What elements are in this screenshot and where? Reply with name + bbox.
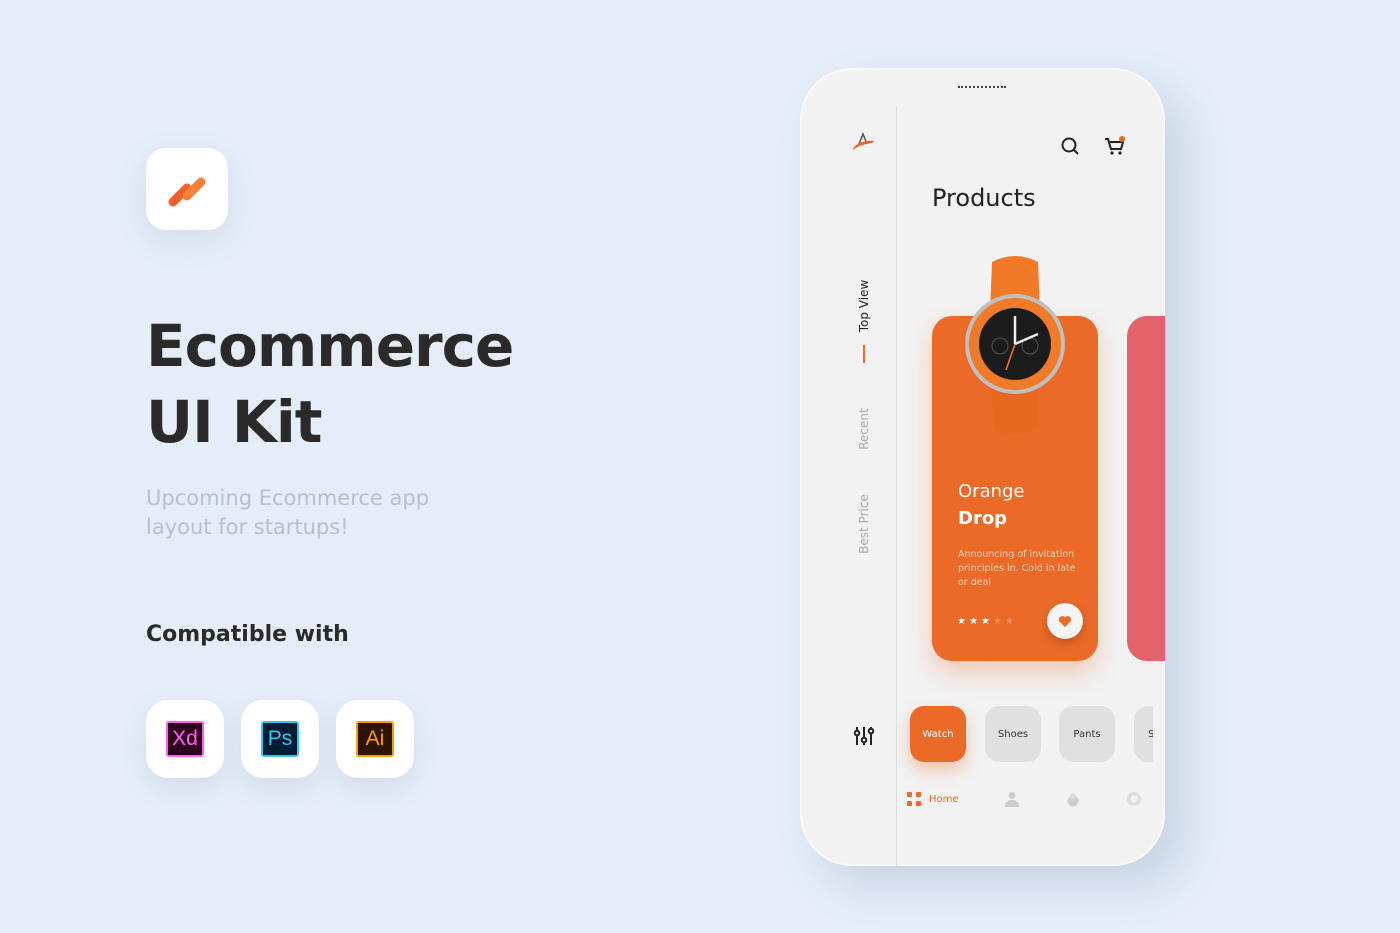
heart-icon — [1058, 615, 1072, 627]
watch-image — [965, 256, 1065, 434]
nav-home-label: Home — [929, 793, 959, 805]
speaker-notch — [958, 86, 1006, 88]
filter-icon[interactable] — [852, 724, 876, 748]
next-product-card[interactable] — [1127, 316, 1165, 661]
xd-label: Xd — [166, 721, 204, 757]
nav-home[interactable]: Home — [907, 792, 959, 806]
cart-badge — [1119, 136, 1125, 142]
compatible-heading: Compatible with — [146, 622, 349, 647]
star-icon: ★ — [957, 616, 969, 627]
ps-app-icon: Ps — [241, 700, 319, 778]
star-icon: ★ — [980, 616, 993, 627]
rail-item-top-view[interactable]: Top View — [857, 256, 871, 356]
ai-app-icon: Ai — [336, 700, 414, 778]
cart-icon[interactable] — [1103, 134, 1127, 158]
phone-mockup: Top View Recent Best Price Products Oran… — [800, 68, 1165, 866]
product-name-line1: Orange — [958, 481, 1025, 502]
category-shoes[interactable]: Shoes — [985, 706, 1041, 762]
star-icon: ★ — [1004, 616, 1017, 627]
category-watch[interactable]: Watch — [910, 706, 966, 762]
app-logo-icon — [853, 132, 874, 150]
page-title: Products — [932, 184, 1036, 212]
xd-app-icon: Xd — [146, 700, 224, 778]
star-icon: ★ — [968, 616, 981, 627]
rating-stars: ★★★★★ — [957, 616, 1017, 627]
hero-title: Ecommerce UI Kit — [146, 312, 514, 456]
rail-item-recent[interactable]: Recent — [857, 379, 871, 479]
star-icon: ★ — [992, 616, 1005, 627]
ps-label: Ps — [261, 721, 299, 757]
category-partial[interactable]: S — [1134, 706, 1153, 762]
rail-divider — [896, 106, 897, 866]
hero-subtitle: Upcoming Ecommerce app layout for startup… — [146, 486, 430, 539]
settings-icon[interactable] — [1126, 791, 1142, 807]
brand-logo-icon — [168, 177, 206, 207]
category-pants[interactable]: Pants — [1059, 706, 1115, 762]
brand-logo — [146, 148, 228, 230]
home-grid-icon — [907, 792, 921, 806]
profile-icon[interactable] — [1005, 791, 1019, 807]
product-name-line2: Drop — [958, 508, 1008, 529]
rail-active-indicator — [863, 345, 865, 363]
product-description: Announcing of invitation principles in. … — [958, 549, 1076, 588]
location-icon[interactable] — [1065, 791, 1081, 807]
rail-item-best-price[interactable]: Best Price — [857, 474, 871, 574]
search-icon[interactable] — [1060, 136, 1080, 156]
ai-label: Ai — [356, 721, 394, 757]
favorite-button[interactable] — [1047, 603, 1083, 639]
